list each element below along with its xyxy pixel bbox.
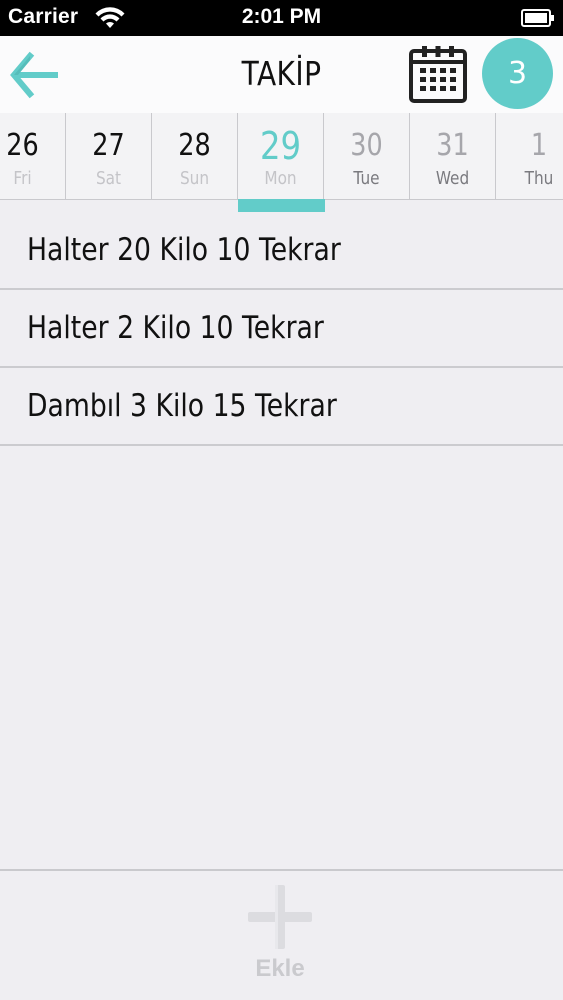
list-item-label: Dambıl 3 Kilo 15 Tekrar <box>27 388 337 424</box>
app-screen: Carrier 2:01 PM TAKİP 3 26 Fri 27 Sat 28… <box>0 0 563 1000</box>
date-weekday: Thu <box>524 168 554 189</box>
list-item[interactable]: Halter 20 Kilo 10 Tekrar <box>0 213 563 290</box>
selected-date-indicator <box>238 199 325 212</box>
list-item-label: Halter 2 Kilo 10 Tekrar <box>27 310 324 346</box>
status-bar: Carrier 2:01 PM <box>0 0 563 36</box>
date-weekday: Fri <box>13 168 32 189</box>
date-cell[interactable]: 27 Sat <box>66 113 152 199</box>
date-cell[interactable]: 30 Tue <box>324 113 410 199</box>
date-weekday: Mon <box>264 168 297 189</box>
date-cell[interactable]: 28 Sun <box>152 113 238 199</box>
date-weekday: Sat <box>95 168 122 189</box>
date-cell[interactable]: 31 Wed <box>410 113 496 199</box>
date-number: 30 <box>350 128 383 163</box>
list-item[interactable]: Halter 2 Kilo 10 Tekrar <box>0 290 563 368</box>
date-cell-selected[interactable]: 29 Mon <box>238 113 324 199</box>
date-weekday: Sun <box>179 168 210 189</box>
list-item[interactable]: Dambıl 3 Kilo 15 Tekrar <box>0 368 563 446</box>
calendar-button[interactable] <box>408 44 468 104</box>
battery-icon <box>521 9 554 27</box>
date-weekday: Wed <box>435 168 470 189</box>
date-number: 28 <box>178 128 211 163</box>
add-label: Ekle <box>255 955 305 982</box>
arrow-left-icon <box>10 51 58 99</box>
bottom-toolbar: Ekle <box>0 869 563 1000</box>
date-strip: 26 Fri 27 Sat 28 Sun 29 Mon 30 Tue 31 We… <box>0 113 563 200</box>
date-cell[interactable]: 26 Fri <box>0 113 66 199</box>
date-number: 31 <box>436 128 469 163</box>
exercise-list: Halter 20 Kilo 10 Tekrar Halter 2 Kilo 1… <box>0 213 563 446</box>
list-item-label: Halter 20 Kilo 10 Tekrar <box>27 232 341 268</box>
page-title: TAKİP <box>241 54 322 93</box>
plus-icon <box>248 885 312 949</box>
date-number: 26 <box>6 128 39 163</box>
date-cell[interactable]: 1 Thu <box>496 113 563 199</box>
count-badge[interactable]: 3 <box>482 38 553 109</box>
date-weekday: Tue <box>353 168 380 189</box>
navigation-header: TAKİP 3 <box>0 36 563 114</box>
calendar-icon <box>409 46 467 103</box>
add-button[interactable]: Ekle <box>230 881 330 991</box>
date-number: 1 <box>530 128 548 163</box>
date-number: 29 <box>259 124 302 168</box>
back-button[interactable] <box>6 50 62 100</box>
date-number: 27 <box>92 128 125 163</box>
status-time: 2:01 PM <box>241 5 322 28</box>
